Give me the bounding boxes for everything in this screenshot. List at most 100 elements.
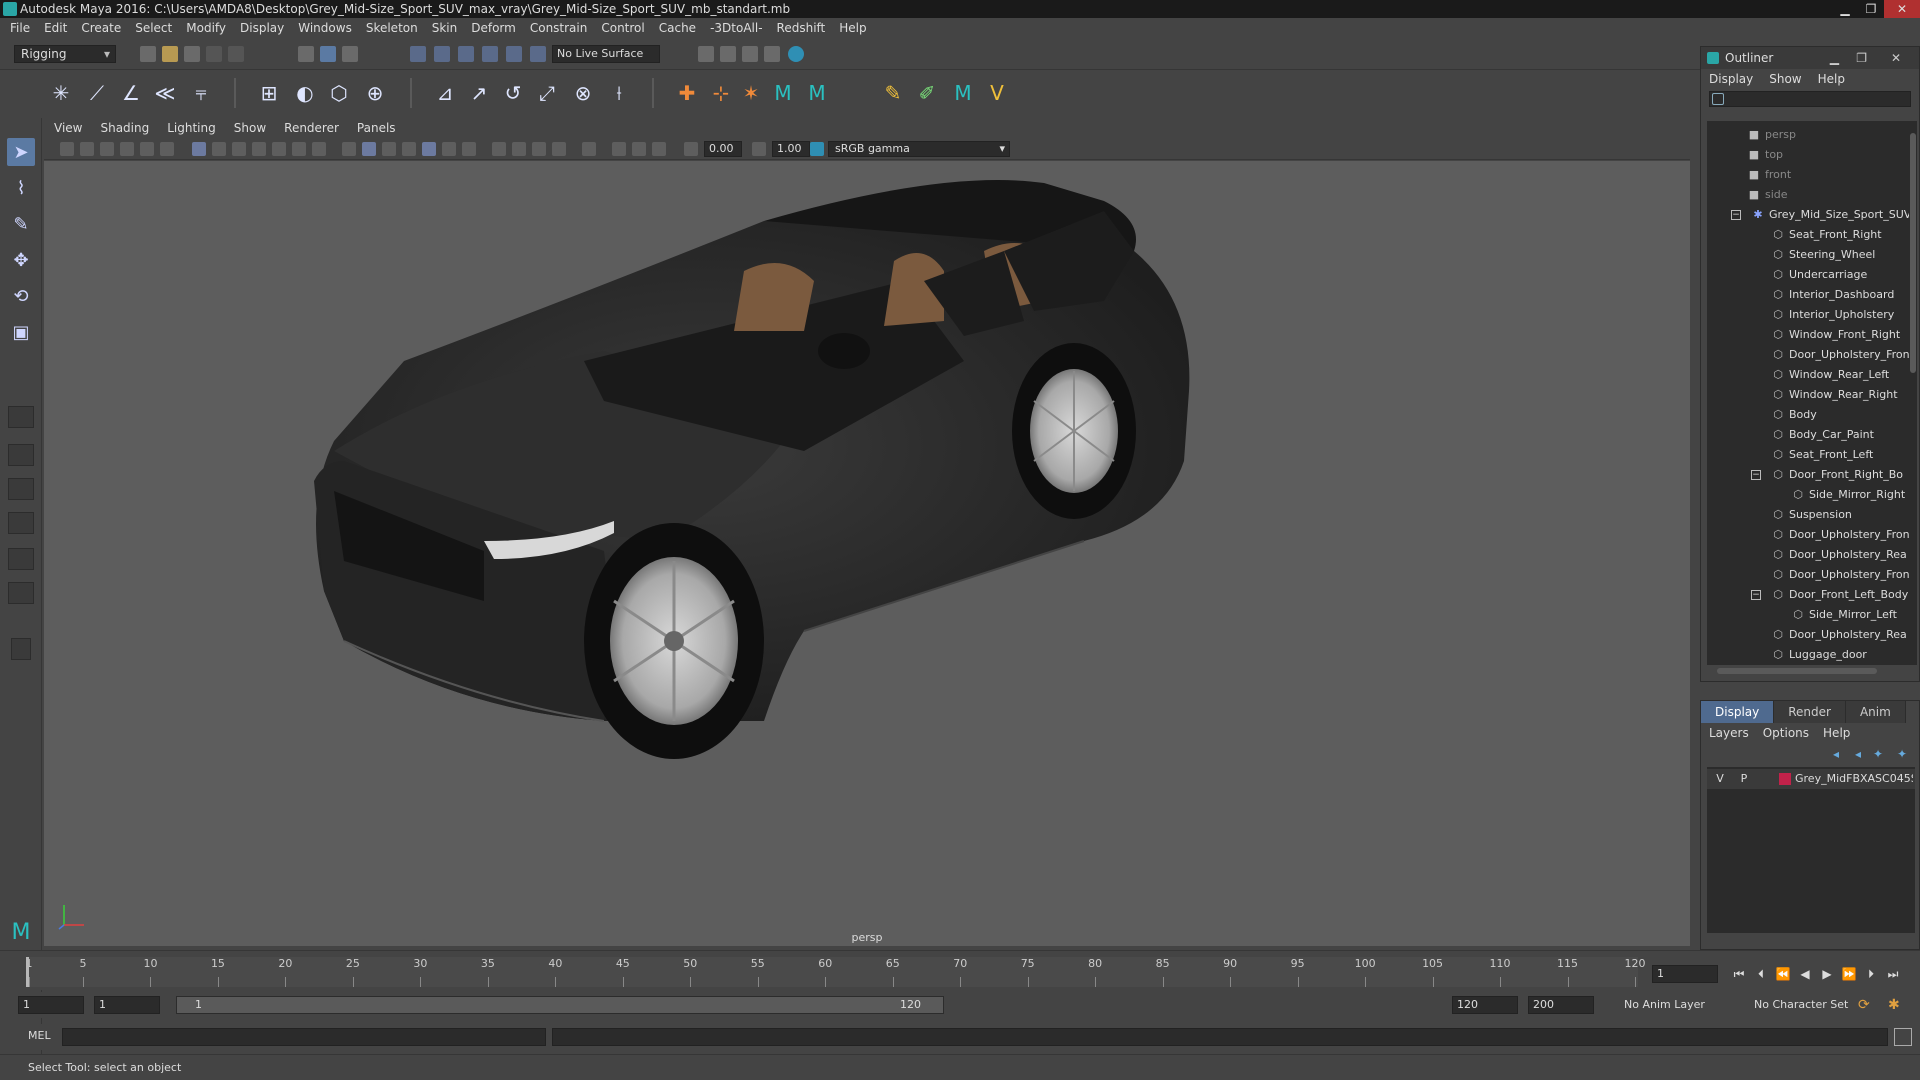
outliner-item[interactable]: ⬡ Body_Car_Paint [1771, 425, 1911, 445]
menu-select[interactable]: Select [135, 21, 172, 35]
outliner-item[interactable]: ⬡ Door_Upholstery_Fron [1771, 565, 1911, 585]
image-plane-icon[interactable] [120, 142, 134, 156]
paint-weights-icon[interactable]: ◐ [292, 80, 318, 106]
play-forwards-icon[interactable]: ▶ [1818, 965, 1836, 983]
menu-constrain[interactable]: Constrain [530, 21, 588, 35]
outliner-item[interactable]: ⬡ Window_Rear_Right [1771, 385, 1911, 405]
snap-grid-icon[interactable] [410, 46, 426, 62]
menu-control[interactable]: Control [601, 21, 644, 35]
snap-point-icon[interactable] [458, 46, 474, 62]
outliner-item[interactable]: ⬡ Window_Rear_Left [1771, 365, 1911, 385]
new-layer-selected-icon[interactable]: ✦ [1897, 747, 1907, 761]
animation-start-field[interactable]: 1 [18, 996, 84, 1014]
persp-graph-layout-icon[interactable] [8, 548, 34, 570]
move-layer-up-icon[interactable]: ◂ [1833, 747, 1839, 761]
range-bar-fill[interactable] [177, 997, 943, 1013]
menu-3dtoall[interactable]: -3DtoAll- [710, 21, 762, 35]
tab-render[interactable]: Render [1774, 701, 1846, 723]
save-scene-icon[interactable] [184, 46, 200, 62]
current-frame-field[interactable]: 1 [1652, 965, 1718, 983]
grid-icon[interactable] [192, 142, 206, 156]
maya-logo-1-icon[interactable]: M [770, 80, 796, 106]
outliner-item[interactable]: ⬡ Luggage_door [1771, 645, 1911, 665]
outliner-item[interactable]: ⬡ Window_Front_Right [1771, 325, 1911, 345]
live-surface-field[interactable]: No Live Surface [552, 45, 660, 63]
menu-windows[interactable]: Windows [298, 21, 352, 35]
go-to-end-icon[interactable]: ⏭ [1884, 965, 1902, 983]
anti-aliasing-icon[interactable] [532, 142, 546, 156]
wireframe-icon[interactable] [342, 142, 356, 156]
two-pane-layout-icon[interactable] [8, 478, 34, 500]
outliner-menu-display[interactable]: Display [1709, 72, 1753, 86]
view-transform-dropdown[interactable]: sRGB gamma [828, 141, 1010, 157]
collapse-icon[interactable]: − [1751, 470, 1761, 480]
outliner-menu-show[interactable]: Show [1769, 72, 1801, 86]
snap-curve-icon[interactable] [434, 46, 450, 62]
panel-menu-show[interactable]: Show [234, 121, 266, 135]
layer-color-swatch[interactable] [1779, 773, 1791, 785]
render-view-icon[interactable] [764, 46, 780, 62]
v-tool-icon[interactable]: V [984, 80, 1010, 106]
camera-attributes-icon[interactable] [80, 142, 94, 156]
menu-help[interactable]: Help [839, 21, 866, 35]
paint-select-icon[interactable]: ✎ [7, 210, 35, 238]
scale-constraint-icon[interactable]: ⤢ [534, 80, 560, 106]
perspective-viewport[interactable]: persp [44, 161, 1690, 946]
wireframe-on-shaded-icon[interactable] [402, 142, 416, 156]
xray-active-icon[interactable] [632, 142, 646, 156]
insert-joint-icon[interactable]: ⟋ [84, 80, 110, 106]
paint-tool-icon[interactable]: ✎ [880, 80, 906, 106]
safe-title-icon[interactable] [312, 142, 326, 156]
panel-menu-view[interactable]: View [54, 121, 82, 135]
outliner-item[interactable]: ⬡ Undercarriage [1771, 265, 1911, 285]
xray-icon[interactable] [612, 142, 626, 156]
select-tool-icon[interactable]: ➤ [7, 138, 35, 166]
single-pane-layout-icon[interactable] [8, 406, 34, 428]
orient-constraint-icon[interactable]: ↺ [500, 80, 526, 106]
outliner-item[interactable]: ⬡ Door_Upholstery_Fron [1771, 525, 1911, 545]
outliner-root-group[interactable]: ✱ Grey_Mid_Size_Sport_SUV [1751, 205, 1911, 225]
new-layer-icon[interactable]: ✦ [1873, 747, 1883, 761]
ipr-render-icon[interactable] [742, 46, 758, 62]
hypershade-icon[interactable] [788, 46, 804, 62]
step-back-frame-icon[interactable]: ⏴ [1752, 965, 1770, 983]
outliner-camera-persp[interactable]: ■ persp [1747, 125, 1911, 145]
animation-end-field[interactable]: 200 [1528, 996, 1594, 1014]
render-frame-icon[interactable] [720, 46, 736, 62]
brush-tool-icon[interactable]: ✐ [914, 80, 940, 106]
custom-layout-icon[interactable] [11, 638, 31, 660]
redo-icon[interactable] [228, 46, 244, 62]
exposure-field[interactable]: 0.00 [704, 141, 742, 157]
snap-live-icon[interactable] [506, 46, 522, 62]
point-constraint-icon[interactable]: ⊿ [432, 80, 458, 106]
film-gate-icon[interactable] [212, 142, 226, 156]
outliner-item[interactable]: ⬡ Side_Mirror_Left [1791, 605, 1911, 625]
layer-menu-layers[interactable]: Layers [1709, 726, 1749, 740]
select-hierarchy-icon[interactable] [298, 46, 314, 62]
gamma-field[interactable]: 1.00 [772, 141, 810, 157]
script-editor-icon[interactable] [1894, 1028, 1912, 1046]
locator-icon[interactable]: ✚ [674, 80, 700, 106]
current-time-indicator[interactable] [26, 957, 29, 987]
step-forward-key-icon[interactable]: ⏩ [1840, 965, 1858, 983]
menu-deform[interactable]: Deform [471, 21, 516, 35]
menu-skin[interactable]: Skin [432, 21, 458, 35]
outliner-horizontal-scrollbar[interactable] [1707, 667, 1911, 675]
select-object-icon[interactable] [320, 46, 336, 62]
hik-icon[interactable]: ✶ [738, 80, 764, 106]
panel-menu-renderer[interactable]: Renderer [284, 121, 339, 135]
render-settings-icon[interactable] [698, 46, 714, 62]
wrap-deformer-icon[interactable]: ⊕ [362, 80, 388, 106]
outliner-item[interactable]: ⬡ Body [1771, 405, 1911, 425]
move-tool-icon[interactable]: ✥ [7, 246, 35, 274]
range-bar[interactable]: 1 120 [176, 996, 944, 1014]
mirror-joint-icon[interactable]: ⫧ [188, 80, 214, 106]
scroll-thumb[interactable] [1717, 668, 1877, 674]
exposure-icon[interactable] [684, 142, 698, 156]
bind-skin-icon[interactable]: ⊞ [256, 80, 282, 106]
new-scene-icon[interactable] [140, 46, 156, 62]
outliner-item[interactable]: ⬡ Door_Upholstery_Rea [1771, 625, 1911, 645]
character-set-dropdown[interactable]: No Character Set [1754, 996, 1848, 1014]
color-management-icon[interactable] [810, 142, 824, 156]
layer-row[interactable]: V P Grey_MidFBXASC045Si [1707, 769, 1915, 789]
